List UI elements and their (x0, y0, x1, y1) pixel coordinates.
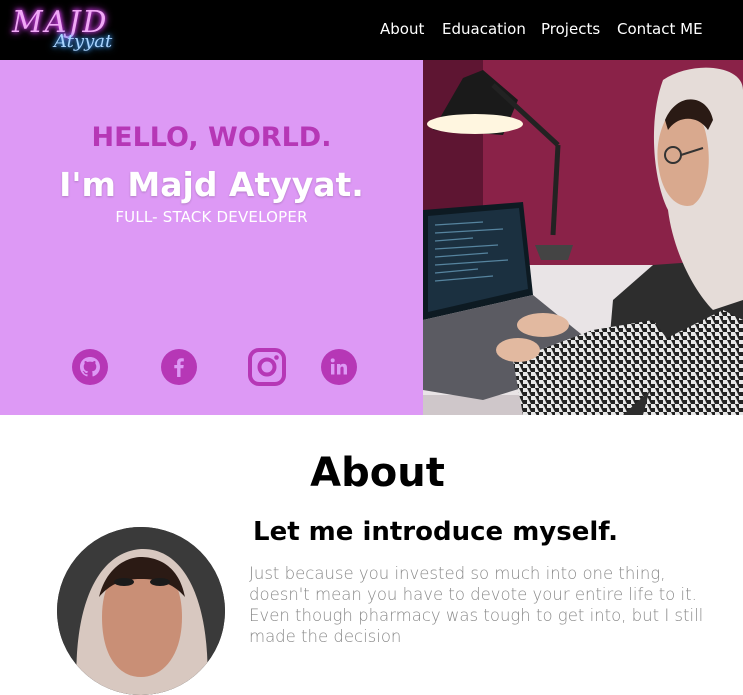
brand-logo-line2: Atyyat (54, 31, 113, 52)
developer-at-laptop-image (423, 60, 743, 415)
about-section-title: About (310, 450, 445, 496)
nav-link-projects[interactable]: Projects (541, 20, 600, 38)
nav-link-contact[interactable]: Contact ME (617, 20, 703, 38)
nav-link-about[interactable]: About (380, 20, 424, 38)
about-heading: Let me introduce myself. (253, 517, 619, 547)
brand-logo[interactable]: MAJD Atyyat (8, 3, 118, 57)
nav-link-education[interactable]: Eduacation (442, 20, 526, 38)
hero-greeting: HELLO, WORLD. (91, 122, 332, 153)
navbar: MAJD Atyyat About Eduacation Projects Co… (0, 0, 743, 60)
about-bio: Just because you invested so much into o… (249, 564, 704, 646)
linkedin-icon[interactable] (320, 348, 358, 386)
instagram-icon[interactable] (248, 348, 286, 386)
hero-role: FULL- STACK DEVELOPER (115, 208, 308, 226)
hero-photo (423, 60, 743, 415)
profile-photo (57, 527, 225, 695)
hero-section: HELLO, WORLD. I'm Majd Atyyat. FULL- STA… (0, 60, 423, 415)
hero-name: I'm Majd Atyyat. (59, 165, 364, 204)
facebook-icon[interactable] (160, 348, 198, 386)
profile-avatar (57, 527, 225, 695)
github-icon[interactable] (71, 348, 109, 386)
